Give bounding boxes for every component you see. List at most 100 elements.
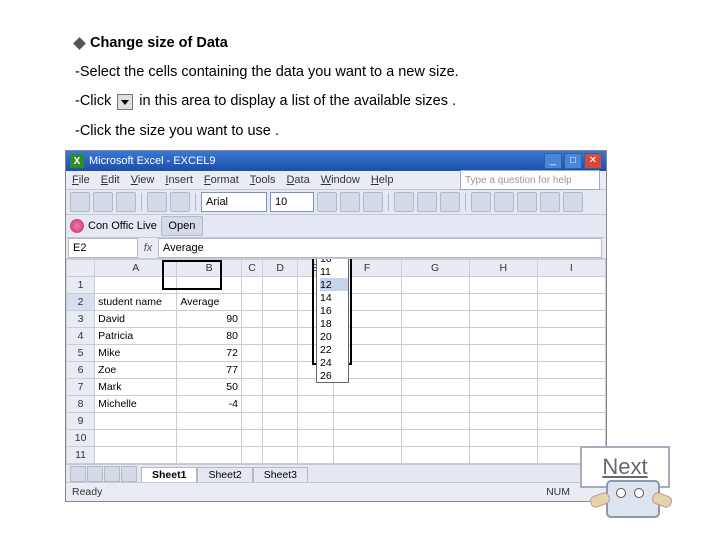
col-i[interactable]: I [537,260,605,277]
separator [388,193,389,211]
cell[interactable]: Average [177,294,242,311]
cell[interactable]: Michelle [95,396,177,413]
underline-icon[interactable] [363,192,383,212]
office-live-open[interactable]: Open [161,216,203,236]
col-g[interactable]: G [401,260,469,277]
size-option[interactable]: 14 [320,291,348,304]
ask-help-input[interactable]: Type a question for help [460,170,600,190]
row-h[interactable]: 1 [67,277,95,294]
italic-icon[interactable] [340,192,360,212]
size-option[interactable]: 11 [320,265,348,278]
separator [195,193,196,211]
percent-icon[interactable] [494,192,514,212]
col-h[interactable]: H [469,260,537,277]
row-h[interactable]: 8 [67,396,95,413]
col-c[interactable]: C [241,260,262,277]
window-title: Microsoft Excel - EXCEL9 [89,155,216,167]
cell[interactable]: Patricia [95,328,177,345]
step-2a: -Click [75,93,115,109]
menu-data[interactable]: Data [286,174,309,186]
status-bar: Ready NUM [66,482,606,501]
menu-format[interactable]: Format [204,174,239,186]
borders-icon[interactable] [517,192,537,212]
align-center-icon[interactable] [417,192,437,212]
preview-icon[interactable] [170,192,190,212]
size-option-highlighted[interactable]: 12 [320,278,348,291]
cell[interactable]: 77 [177,362,242,379]
row-h[interactable]: 10 [67,430,95,447]
print-icon[interactable] [147,192,167,212]
font-color-icon[interactable] [563,192,583,212]
fx-label[interactable]: fx [138,242,158,254]
row-h[interactable]: 2 [67,294,95,311]
col-a[interactable]: A [95,260,177,277]
save-icon[interactable] [116,192,136,212]
size-option[interactable]: 20 [320,330,348,343]
cell[interactable]: 90 [177,311,242,328]
minimize-button[interactable]: _ [544,153,562,169]
tab-nav [70,466,137,482]
col-d[interactable]: D [263,260,298,277]
separator [141,193,142,211]
align-right-icon[interactable] [440,192,460,212]
tab-prev-icon[interactable] [87,466,103,482]
row-h[interactable]: 4 [67,328,95,345]
new-icon[interactable] [70,192,90,212]
menu-insert[interactable]: Insert [165,174,193,186]
row-h[interactable]: 6 [67,362,95,379]
cell[interactable]: Zoe [95,362,177,379]
row-h[interactable]: 3 [67,311,95,328]
tab-first-icon[interactable] [70,466,86,482]
tab-last-icon[interactable] [121,466,137,482]
row-h[interactable]: 11 [67,447,95,464]
sheet-tab-2[interactable]: Sheet2 [197,467,252,482]
cell[interactable]: Mark [95,379,177,396]
row-h[interactable]: 7 [67,379,95,396]
cell[interactable]: -4 [177,396,242,413]
cell[interactable]: 80 [177,328,242,345]
cell[interactable]: David [95,311,177,328]
maximize-button[interactable]: □ [564,153,582,169]
fill-color-icon[interactable] [540,192,560,212]
align-left-icon[interactable] [394,192,414,212]
menu-tools[interactable]: Tools [250,174,276,186]
font-size-select[interactable]: 10 [270,192,314,212]
bold-icon[interactable] [317,192,337,212]
menu-edit[interactable]: Edit [101,174,120,186]
close-button[interactable]: ✕ [584,153,602,169]
menu-file[interactable]: File [72,174,90,186]
currency-icon[interactable] [471,192,491,212]
menu-help[interactable]: Help [371,174,394,186]
cell[interactable]: student name [95,294,177,311]
menu-window[interactable]: Window [321,174,360,186]
size-option[interactable]: 24 [320,356,348,369]
size-option[interactable]: 16 [320,304,348,317]
col-b[interactable]: B [177,260,242,277]
status-ready: Ready [72,486,102,498]
size-option[interactable]: 26 [320,369,348,382]
cell[interactable]: 50 [177,379,242,396]
font-name-select[interactable]: Arial [201,192,267,212]
menu-view[interactable]: View [131,174,155,186]
size-option[interactable]: 22 [320,343,348,356]
row-h[interactable]: 5 [67,345,95,362]
office-live-bar: Con Offic Live Open [66,215,606,238]
row-h[interactable]: 9 [67,413,95,430]
size-option[interactable]: 18 [320,317,348,330]
heading: Change size of Data [75,32,680,55]
tab-next-icon[interactable] [104,466,120,482]
formula-row: E2 fx Average [66,238,606,259]
sheet-tab-3[interactable]: Sheet3 [253,467,308,482]
name-box[interactable]: E2 [68,238,138,258]
font-size-dropdown-list[interactable]: 8 9 10 11 12 14 16 18 20 22 24 26 [316,259,349,383]
open-icon[interactable] [93,192,113,212]
bullet-diamond-icon [73,37,86,50]
heading-text: Change size of Data [90,35,228,51]
office-live-label: Con Offic Live [88,220,157,232]
step-3: -Click the size you want to use . [75,120,680,143]
sheet-tab-1[interactable]: Sheet1 [141,467,197,482]
corner-cell[interactable] [67,260,95,277]
formula-bar[interactable]: Average [158,238,602,258]
cell[interactable]: 72 [177,345,242,362]
cell[interactable]: Mike [95,345,177,362]
